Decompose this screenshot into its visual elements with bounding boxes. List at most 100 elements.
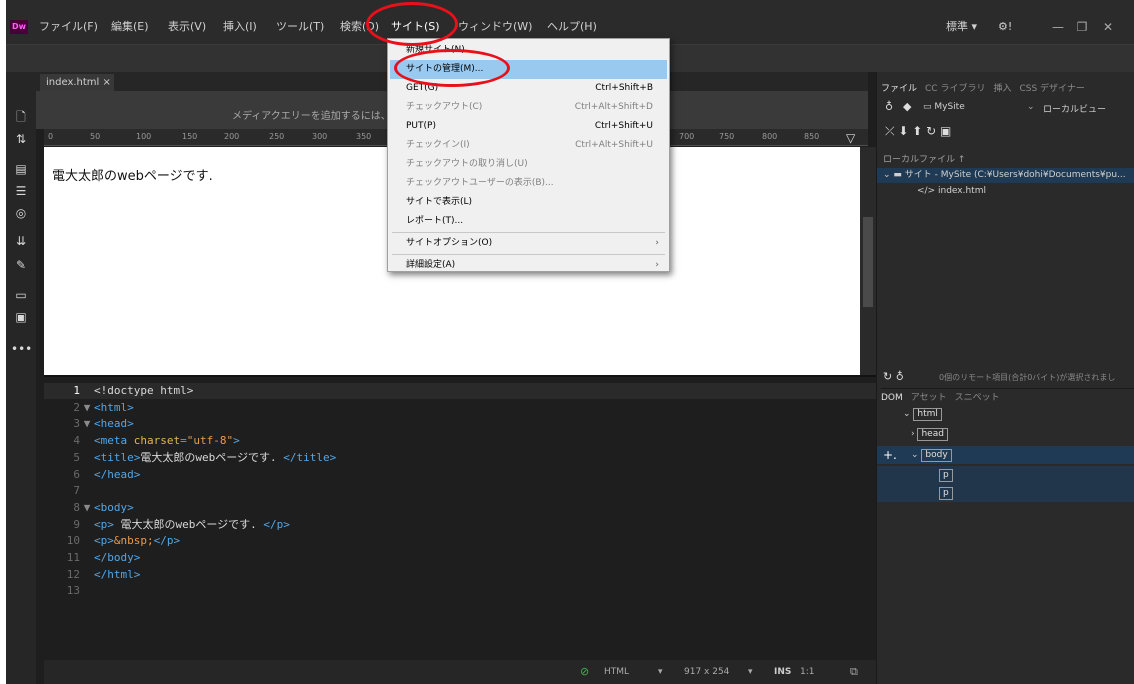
indent-code-icon[interactable]: ▭ [11, 286, 31, 304]
ruler-tick: 200 [224, 132, 240, 141]
sync-settings-icon[interactable]: ⚙! [998, 19, 1012, 35]
code-line[interactable]: 6 </head> [44, 467, 876, 483]
open-document-icon[interactable]: 🗋 [11, 108, 31, 126]
site-root-row[interactable]: ⌄ ▬ サイト - MySite (C:¥Users¥dohi¥Document… [877, 168, 1134, 183]
site-menu-item[interactable]: サイトで表示(L) [390, 193, 667, 212]
live-view-options-icon[interactable]: ▤ [11, 160, 31, 178]
code-line[interactable]: 8 ▼ <body> [44, 500, 876, 516]
site-menu-item[interactable]: チェックイン(I) Ctrl+Alt+Shift+U [390, 136, 667, 155]
workspace-switcher[interactable]: 標準 ▾ [946, 19, 977, 35]
refresh-icon[interactable]: ↻ ♁ [883, 370, 904, 383]
tab-cc-libraries[interactable]: CC ライブラリ [925, 80, 985, 98]
insert-mode[interactable]: INS [774, 665, 791, 679]
site-menu-item[interactable]: チェックアウトユーザーの表示(B)... [390, 174, 667, 193]
chevron-down-icon[interactable]: ⌄ [1027, 102, 1035, 112]
dom-node-body[interactable]: ⌄ body [911, 449, 952, 462]
code-line[interactable]: 4 <meta charset="utf-8"> [44, 433, 876, 449]
file-management-icon[interactable]: ⇅ [11, 130, 31, 148]
code-line[interactable]: 5 <title>電大太郎のwebページです. </title> [44, 450, 876, 466]
tab-dom[interactable]: DOM [881, 389, 903, 407]
chevron-down-icon[interactable]: ▾ [658, 665, 663, 679]
code-line[interactable]: 1 <!doctype html> [44, 383, 876, 399]
menu-item-shortcut: Ctrl+Shift+U [594, 121, 653, 131]
format-source-icon[interactable]: ☰ [11, 182, 31, 200]
file-index-row[interactable]: </> index.html [917, 186, 986, 196]
menu-window[interactable]: ウィンドウ(W) [458, 19, 532, 35]
fold-arrow-icon[interactable]: ▼ [80, 400, 94, 416]
menu-item-label: 詳細設定(A) [406, 260, 456, 270]
site-menu-item[interactable]: PUT(P) Ctrl+Shift+U [390, 117, 667, 136]
menu-insert[interactable]: 挿入(I) [223, 19, 257, 35]
line-number: 4 [73, 434, 80, 448]
close-icon[interactable]: ✕ [1096, 18, 1120, 36]
code-line[interactable]: 9 <p> 電大太郎のwebページです. </p> [44, 517, 876, 533]
line-number: 7 [73, 484, 80, 498]
fold-arrow-icon[interactable]: ▼ [80, 416, 94, 432]
line-number: 11 [66, 551, 80, 564]
dom-node-label: p [939, 487, 953, 500]
no-errors-icon[interactable]: ⊘ [580, 665, 589, 679]
add-element-icon[interactable]: +. [883, 448, 897, 462]
menu-edit[interactable]: 編集(E) [111, 19, 149, 35]
apply-comment-icon[interactable]: ✎ [11, 256, 31, 274]
dom-node-html[interactable]: ⌄ html [903, 408, 942, 421]
collapse-icon[interactable]: ⇊ [11, 232, 31, 250]
line-number: 9 [73, 517, 80, 531]
tab-insert[interactable]: 挿入 [993, 80, 1011, 98]
document-type-select[interactable]: HTML [604, 665, 629, 679]
connect-remote-icon[interactable]: ♁ [885, 100, 893, 113]
code-line[interactable]: 3 ▼ <head> [44, 416, 876, 432]
code-line[interactable]: 7 [44, 483, 876, 499]
tab-css-designer[interactable]: CSS デザイナー [1019, 80, 1084, 98]
file-index-label: index.html [937, 186, 986, 196]
ruler-marker-icon[interactable]: ▽ [846, 131, 855, 145]
restore-icon[interactable]: ❐ [1070, 18, 1094, 36]
menu-item-label: チェックアウト(C) [406, 102, 483, 112]
menu-file[interactable]: ファイル(F) [39, 19, 98, 35]
tab-files[interactable]: ファイル [881, 80, 917, 98]
fold-gutter [80, 483, 94, 499]
site-menu-item[interactable]: チェックアウトの取り消し(U) [390, 155, 667, 174]
tab-snippets[interactable]: スニペット [955, 389, 1000, 407]
site-menu-item[interactable]: チェックアウト(C) Ctrl+Alt+Shift+D [390, 98, 667, 117]
menu-view[interactable]: 表示(V) [168, 19, 206, 35]
site-select[interactable]: ▭ MySite [923, 102, 965, 112]
design-scrollbar[interactable] [860, 147, 876, 375]
local-files-header[interactable]: ローカルファイル ↑ [883, 152, 965, 165]
scroll-thumb[interactable] [863, 217, 873, 307]
minimize-icon[interactable]: — [1046, 18, 1070, 36]
code-token: </head> [94, 467, 141, 481]
more-tools-icon[interactable]: ••• [11, 340, 32, 358]
site-menu-item[interactable]: レポート(T)... [390, 212, 667, 231]
code-line[interactable]: 11 </body> [44, 550, 876, 566]
document-tab-index[interactable]: index.html × [40, 74, 114, 91]
dom-node-p[interactable]: p [939, 487, 953, 500]
live-preview-icon[interactable]: ⧉ [850, 665, 858, 679]
chevron-down-icon[interactable]: ▾ [748, 665, 753, 679]
file-actions-icons[interactable]: ⤫ ⬇ ⬆ ↻ ▣ [885, 124, 951, 139]
menu-tools[interactable]: ツール(T) [276, 19, 324, 35]
code-line[interactable]: 10 <p>&nbsp;</p> [44, 533, 876, 549]
code-view[interactable]: 1 <!doctype html> 2 ▼ <html> 3 ▼ <head> 4 <meta… [44, 375, 876, 660]
fold-gutter [80, 383, 94, 399]
code-line[interactable]: 12 </html> [44, 567, 876, 583]
design-paragraph[interactable]: 電大太郎のwebページです. [52, 165, 213, 184]
code-line[interactable]: 13 [44, 583, 876, 599]
tab-assets[interactable]: アセット [911, 389, 947, 407]
line-number: 6 [73, 467, 80, 481]
window-size-select[interactable]: 917 x 254 [684, 665, 729, 679]
media-query-hint: メディアクエリーを追加するには、 [232, 111, 391, 122]
code-token: > [233, 434, 240, 448]
outdent-code-icon[interactable]: ▣ [11, 308, 31, 326]
wrap-tag-icon[interactable]: ◎ [11, 204, 31, 222]
code-line[interactable]: 2 ▼ <html> [44, 400, 876, 416]
site-menu-item[interactable]: 詳細設定(A) › [390, 256, 667, 275]
site-menu-item[interactable]: サイトオプション(O) › [390, 234, 667, 253]
view-select[interactable]: ローカルビュー [1043, 102, 1106, 115]
submenu-arrow-icon: › [655, 238, 659, 248]
dom-node-p[interactable]: p [939, 469, 953, 482]
dom-node-head[interactable]: › head [911, 428, 948, 441]
git-icon[interactable]: ◆ [903, 100, 911, 113]
fold-arrow-icon[interactable]: ▼ [80, 500, 94, 516]
menu-help[interactable]: ヘルプ(H) [547, 19, 597, 35]
